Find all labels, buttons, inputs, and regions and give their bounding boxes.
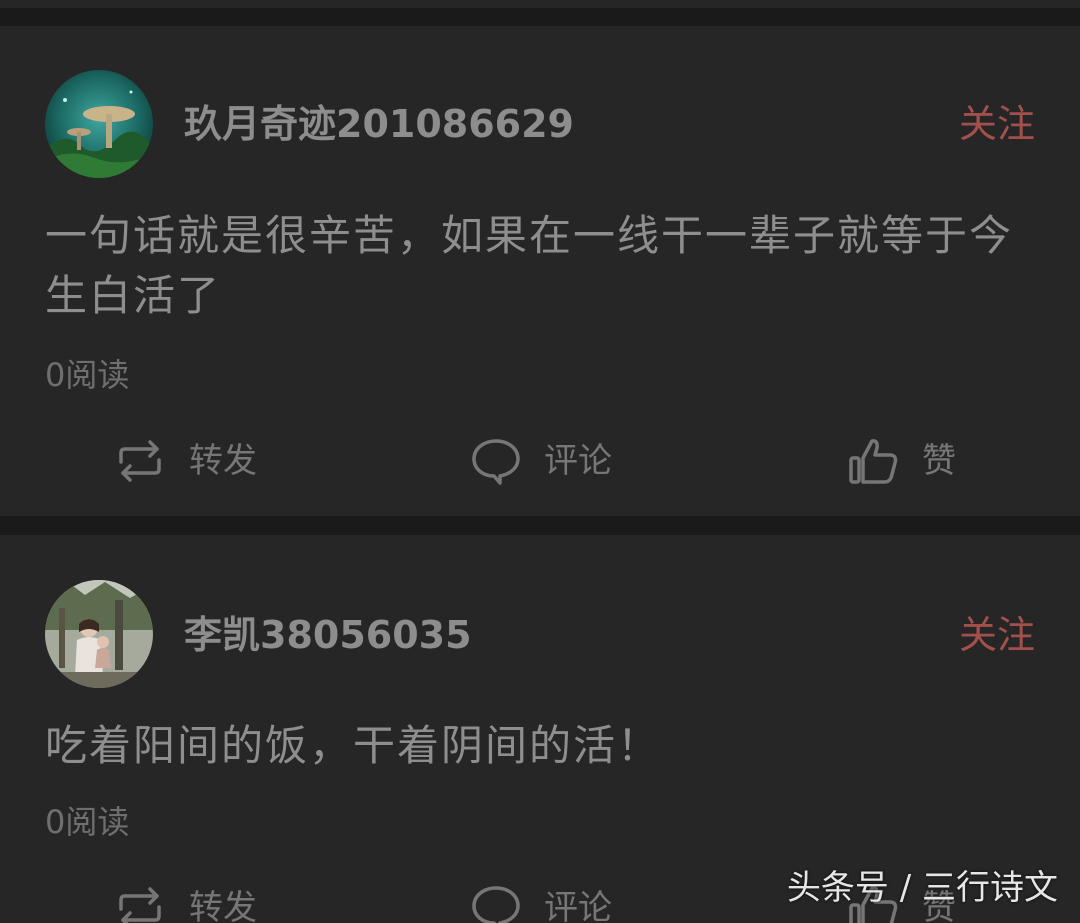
comment-label: 评论 (544, 888, 612, 923)
follow-button[interactable]: 关注 (959, 102, 1035, 146)
repost-button[interactable]: 转发 (115, 883, 257, 923)
repost-icon (115, 436, 165, 486)
like-button[interactable]: 赞 (848, 436, 956, 486)
username[interactable]: 玖月奇迹201086629 (184, 102, 574, 146)
comment-button[interactable]: 评论 (470, 436, 612, 486)
avatar[interactable] (45, 580, 153, 688)
thumbs-up-icon (848, 436, 898, 486)
post-content: 一句话就是很辛苦，如果在一线干一辈子就等于今生白活了 (45, 211, 1014, 320)
repost-label: 转发 (189, 441, 257, 481)
previous-card-edge (0, 0, 1080, 8)
post-card: 玖月奇迹201086629 关注 一句话就是很辛苦，如果在一线干一辈子就等于今生… (0, 26, 1080, 516)
like-label: 赞 (922, 441, 956, 481)
repost-button[interactable]: 转发 (115, 436, 257, 486)
username[interactable]: 李凯38056035 (184, 613, 472, 657)
post-card: 李凯38056035 关注 吃着阳间的饭，干着阴间的活！ 0阅读 转发 评论 赞 (0, 535, 1080, 923)
avatar[interactable] (45, 70, 153, 178)
comment-icon (470, 883, 520, 923)
comment-icon (470, 436, 520, 486)
post-content: 吃着阳间的饭，干着阴间的活！ (45, 721, 662, 770)
repost-label: 转发 (189, 888, 257, 923)
comment-button[interactable]: 评论 (470, 883, 612, 923)
repost-icon (115, 883, 165, 923)
watermark: 头条号 / 三行诗文 (786, 868, 1058, 908)
read-count: 0阅读 (45, 356, 130, 394)
comment-label: 评论 (544, 441, 612, 481)
feed-page: 玖月奇迹201086629 关注 一句话就是很辛苦，如果在一线干一辈子就等于今生… (0, 0, 1080, 923)
follow-button[interactable]: 关注 (959, 613, 1035, 657)
read-count: 0阅读 (45, 803, 130, 841)
